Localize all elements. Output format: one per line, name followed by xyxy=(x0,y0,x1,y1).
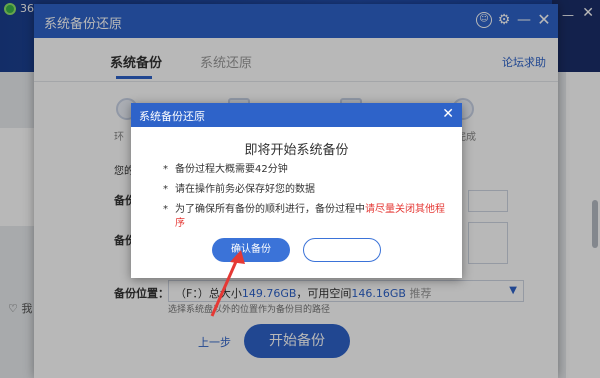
dialog-title: 系统备份还原 xyxy=(139,110,205,123)
dialog-notes: * 备份过程大概需要42分钟 * 请在操作前务必保存好您的数据 * 为了确保所有备份的… xyxy=(163,163,453,237)
dialog-note: * 备份过程大概需要42分钟 xyxy=(163,164,288,175)
dialog-note: * 请在操作前务必保存好您的数据 xyxy=(163,184,315,195)
cancel-button[interactable] xyxy=(303,238,381,262)
confirm-dialog: 系统备份还原 ✕ 即将开始系统备份 * 备份过程大概需要42分钟 * 请在操作前务必… xyxy=(131,103,462,278)
dialog-titlebar: 系统备份还原 ✕ xyxy=(131,103,462,127)
confirm-backup-button[interactable]: 确认备份 xyxy=(212,238,290,262)
dialog-heading: 即将开始系统备份 xyxy=(244,143,349,158)
dialog-note: * 为了确保所有备份的顺利进行，备份过程中请尽量关闭其他程序 xyxy=(163,204,445,229)
dialog-close-icon[interactable]: ✕ xyxy=(442,106,454,122)
